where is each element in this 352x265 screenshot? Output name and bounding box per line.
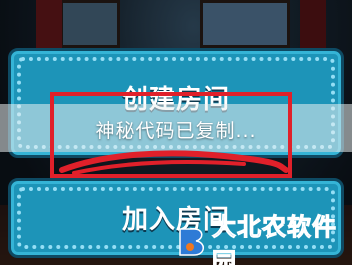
watermark: 大北农软件园 [176,213,352,265]
watermark-logo-icon [176,225,210,259]
watermark-text: 大北农软件园 [212,213,337,265]
annotation-scribble [59,150,289,175]
